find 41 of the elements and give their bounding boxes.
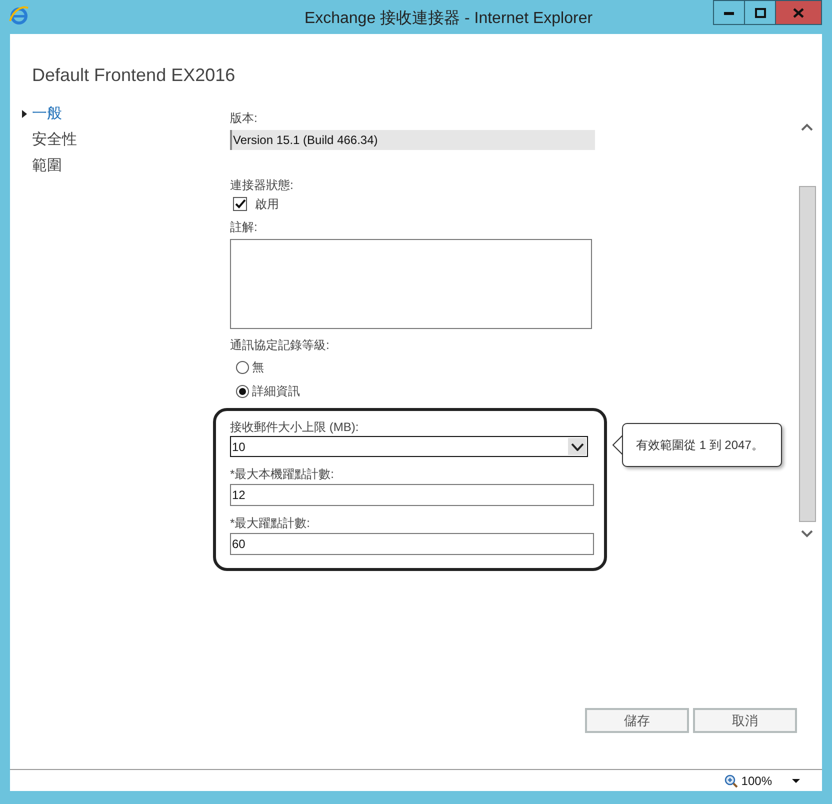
field-label: *最大本機躍點計數: (230, 466, 336, 482)
tooltip: 有效範圍從 1 到 2047。 (622, 423, 782, 467)
chevron-down-icon (570, 442, 584, 450)
window-title: Exchange 接收連接器 - Internet Explorer (303, 8, 594, 29)
zoom-level[interactable]: 100% (741, 772, 772, 790)
input-field[interactable]: 60 (230, 533, 594, 555)
field-label: 通訊協定記錄等級: (230, 337, 330, 353)
browser-logo-icon (8, 4, 30, 26)
field-label: 接收郵件大小上限 (MB): (230, 419, 360, 435)
radio-button[interactable] (236, 360, 249, 374)
close-button[interactable] (775, 0, 822, 25)
tooltip-tail (612, 435, 623, 455)
nav-item[interactable]: 一般 (32, 102, 62, 126)
nav-item[interactable]: 安全性 (32, 128, 77, 152)
radio-label: 無 (252, 359, 264, 376)
field-label: 版本: (230, 110, 258, 126)
dialog-button[interactable]: 取消 (693, 708, 797, 733)
scroll-up-icon[interactable] (801, 123, 813, 131)
dialog-button[interactable]: 儲存 (585, 708, 689, 733)
field-label: 連接器狀態: (230, 177, 294, 193)
version-field: Version 15.1 (Build 466.34) (230, 130, 595, 150)
dropdown-arrow-icon[interactable] (792, 778, 800, 782)
field-label: 註解: (230, 219, 258, 235)
zoom-icon[interactable] (724, 774, 738, 788)
field-label: *最大躍點計數: (230, 515, 312, 531)
radio-label: 詳細資訊 (252, 383, 300, 400)
dropdown[interactable]: 10 (230, 436, 588, 457)
checkbox-label: 啟用 (255, 196, 279, 213)
close-icon (793, 8, 804, 18)
maximize-button[interactable] (745, 0, 775, 25)
maximize-icon (754, 8, 766, 18)
minimize-button[interactable] (713, 0, 745, 25)
minimize-icon (724, 10, 734, 14)
scrollbar-thumb[interactable] (798, 186, 816, 522)
page-title: Default Frontend EX2016 (31, 64, 236, 86)
scroll-down-icon[interactable] (801, 530, 813, 538)
input-field[interactable]: 12 (230, 484, 594, 506)
nav-item[interactable]: 範圍 (32, 154, 62, 178)
comment-field[interactable] (230, 239, 592, 329)
checkbox[interactable] (233, 197, 247, 211)
radio-button[interactable] (236, 384, 249, 398)
